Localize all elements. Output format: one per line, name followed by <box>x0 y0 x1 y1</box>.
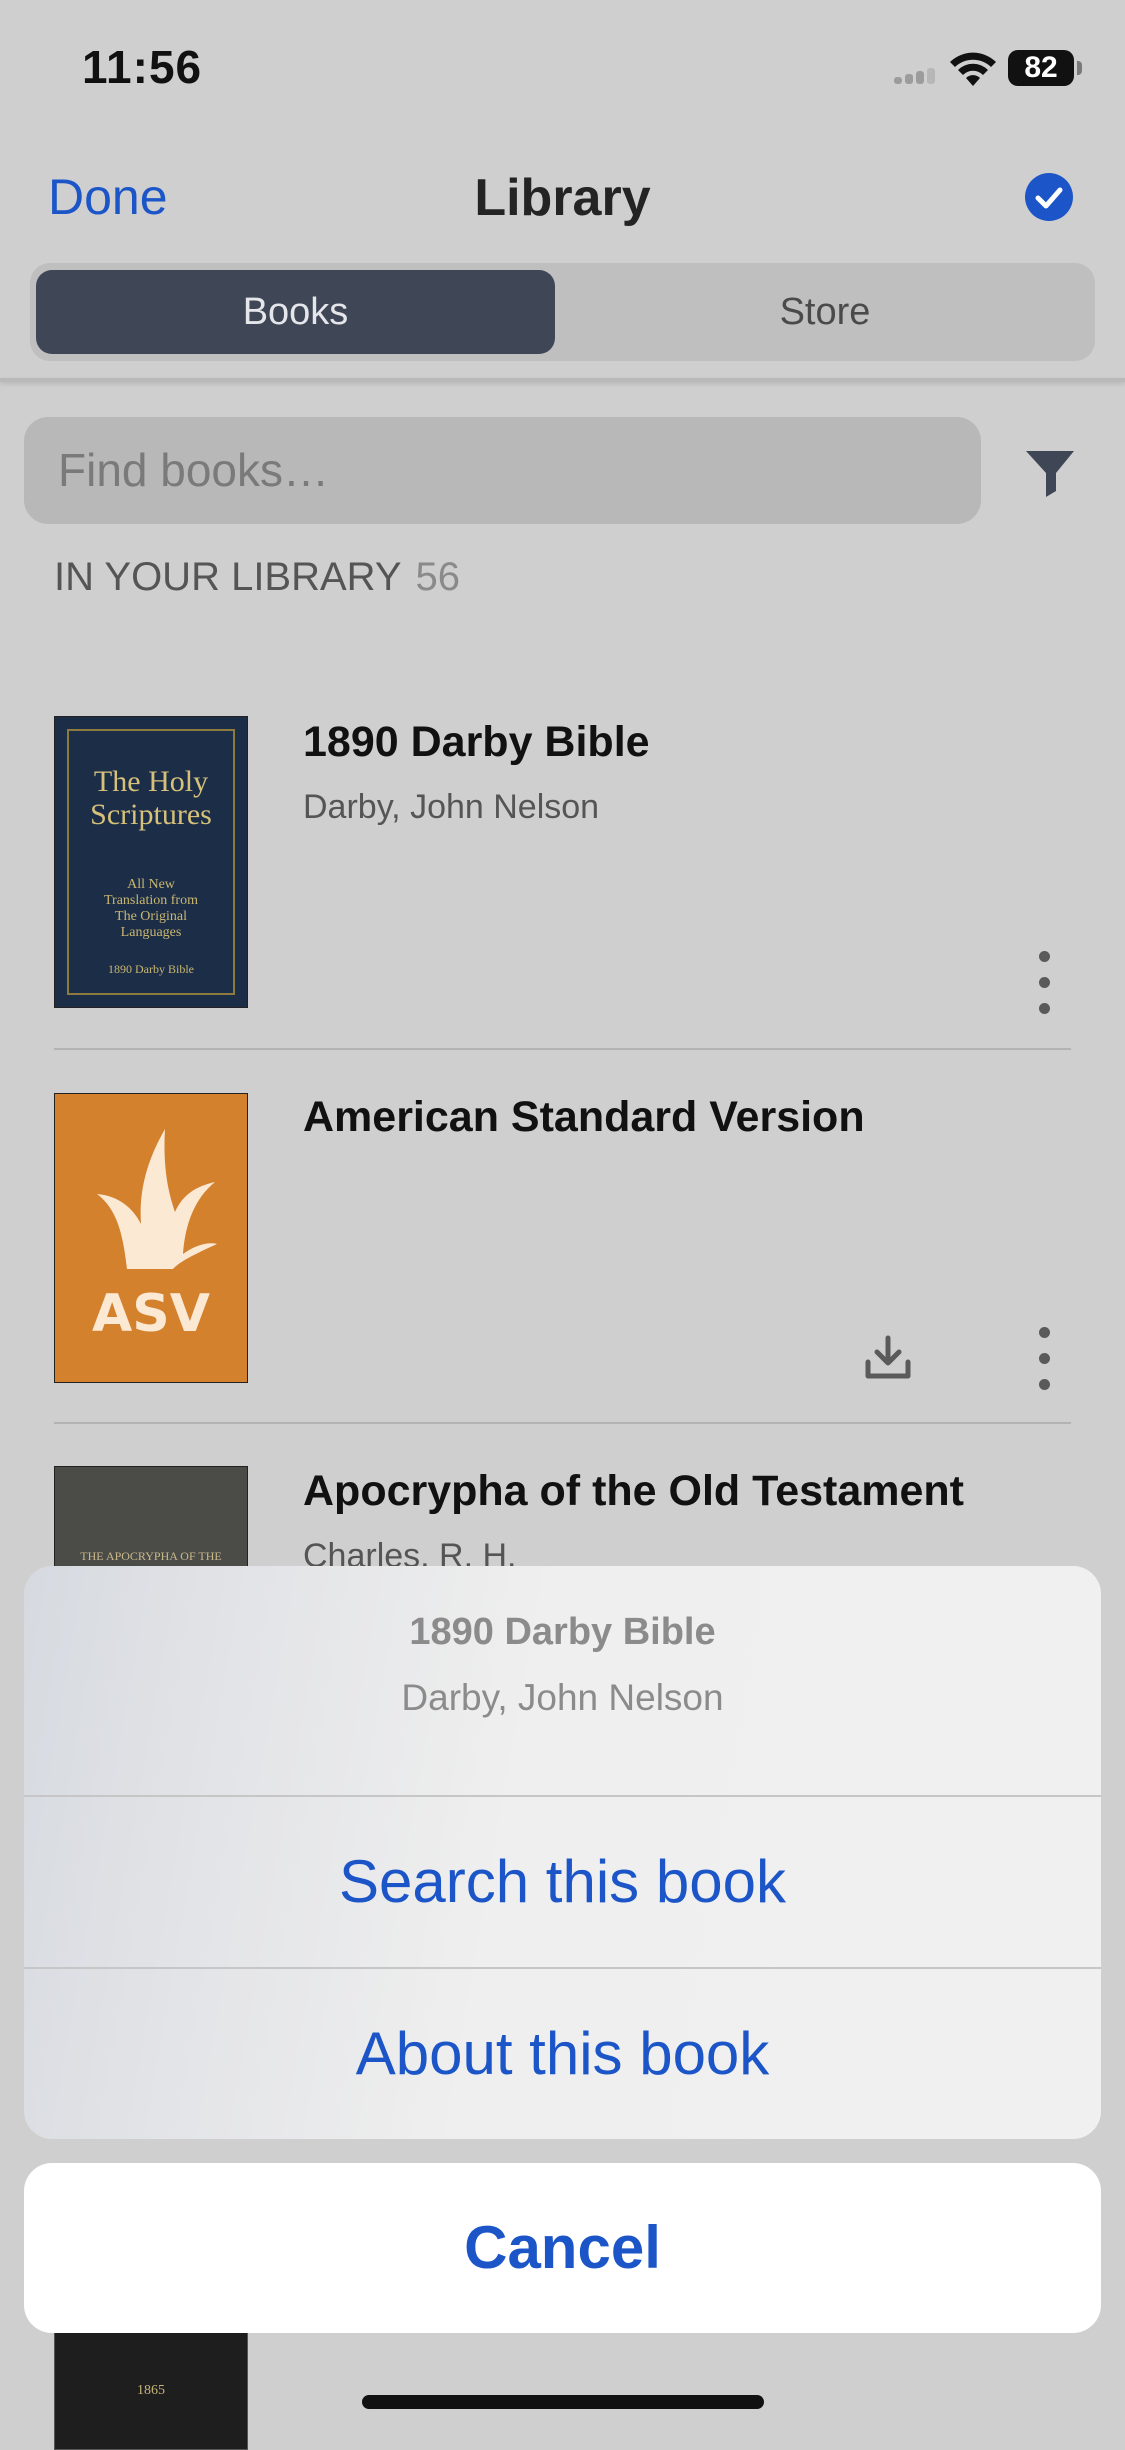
row-divider <box>54 1048 1071 1050</box>
home-indicator <box>362 2395 764 2409</box>
page-title: Library <box>474 169 651 227</box>
cover-text: THE APOCRYPHA OF THE <box>80 1549 222 1563</box>
cover-text: Languages <box>120 925 182 940</box>
cover-text: The Holy <box>93 765 209 798</box>
action-sheet: 1890 Darby Bible Darby, John Nelson Sear… <box>24 1566 1101 2139</box>
more-vertical-icon[interactable] <box>1037 1324 1051 1394</box>
cover-text: All New <box>127 877 175 892</box>
segment-books[interactable]: Books <box>36 270 555 354</box>
cover-text: 1865 <box>137 2383 165 2398</box>
search-this-book-button[interactable]: Search this book <box>24 1797 1101 1967</box>
cellular-signal-icon <box>894 68 935 84</box>
library-section-header: IN YOUR LIBRARY 56 <box>54 555 460 600</box>
flame-logo-icon <box>97 1129 217 1269</box>
action-sheet-title: 1890 Darby Bible <box>409 1611 716 1653</box>
action-sheet-subtitle: Darby, John Nelson <box>401 1677 724 1718</box>
section-count: 56 <box>415 555 461 599</box>
more-vertical-icon[interactable] <box>1037 948 1051 1018</box>
battery-tip <box>1077 61 1082 75</box>
done-button[interactable]: Done <box>48 168 168 226</box>
cancel-button[interactable]: Cancel <box>24 2163 1101 2333</box>
row-divider <box>54 1422 1071 1424</box>
cover-text: ASV <box>92 1284 210 1344</box>
wifi-icon <box>950 52 996 86</box>
about-this-book-button[interactable]: About this book <box>24 1969 1101 2139</box>
search-input[interactable] <box>24 417 981 524</box>
segment-store[interactable]: Store <box>555 270 1095 354</box>
book-cover-partial[interactable]: 1865 <box>54 2330 248 2450</box>
section-label: IN YOUR LIBRARY <box>54 555 402 599</box>
cover-text: 1890 Darby Bible <box>108 962 194 976</box>
book-author: Darby, John Nelson <box>303 788 600 826</box>
status-time: 11:56 <box>82 41 203 93</box>
book-title[interactable]: American Standard Version <box>303 1093 865 1142</box>
cover-text: The Original <box>115 909 187 924</box>
book-cover-darby[interactable]: The Holy Scriptures All New Translation fr… <box>54 716 248 1008</box>
battery-icon: 82 <box>1008 50 1074 86</box>
cover-text: Translation from <box>104 893 198 908</box>
book-cover-asv[interactable]: ASV <box>54 1093 248 1383</box>
filter-icon[interactable] <box>1024 449 1076 499</box>
checkmark-circle-icon[interactable] <box>1025 173 1073 221</box>
book-title[interactable]: 1890 Darby Bible <box>303 718 650 767</box>
nav-divider <box>0 378 1125 382</box>
download-icon[interactable] <box>864 1334 912 1380</box>
book-title[interactable]: Apocrypha of the Old Testament <box>303 1467 964 1516</box>
cover-text: Scriptures <box>90 798 212 831</box>
